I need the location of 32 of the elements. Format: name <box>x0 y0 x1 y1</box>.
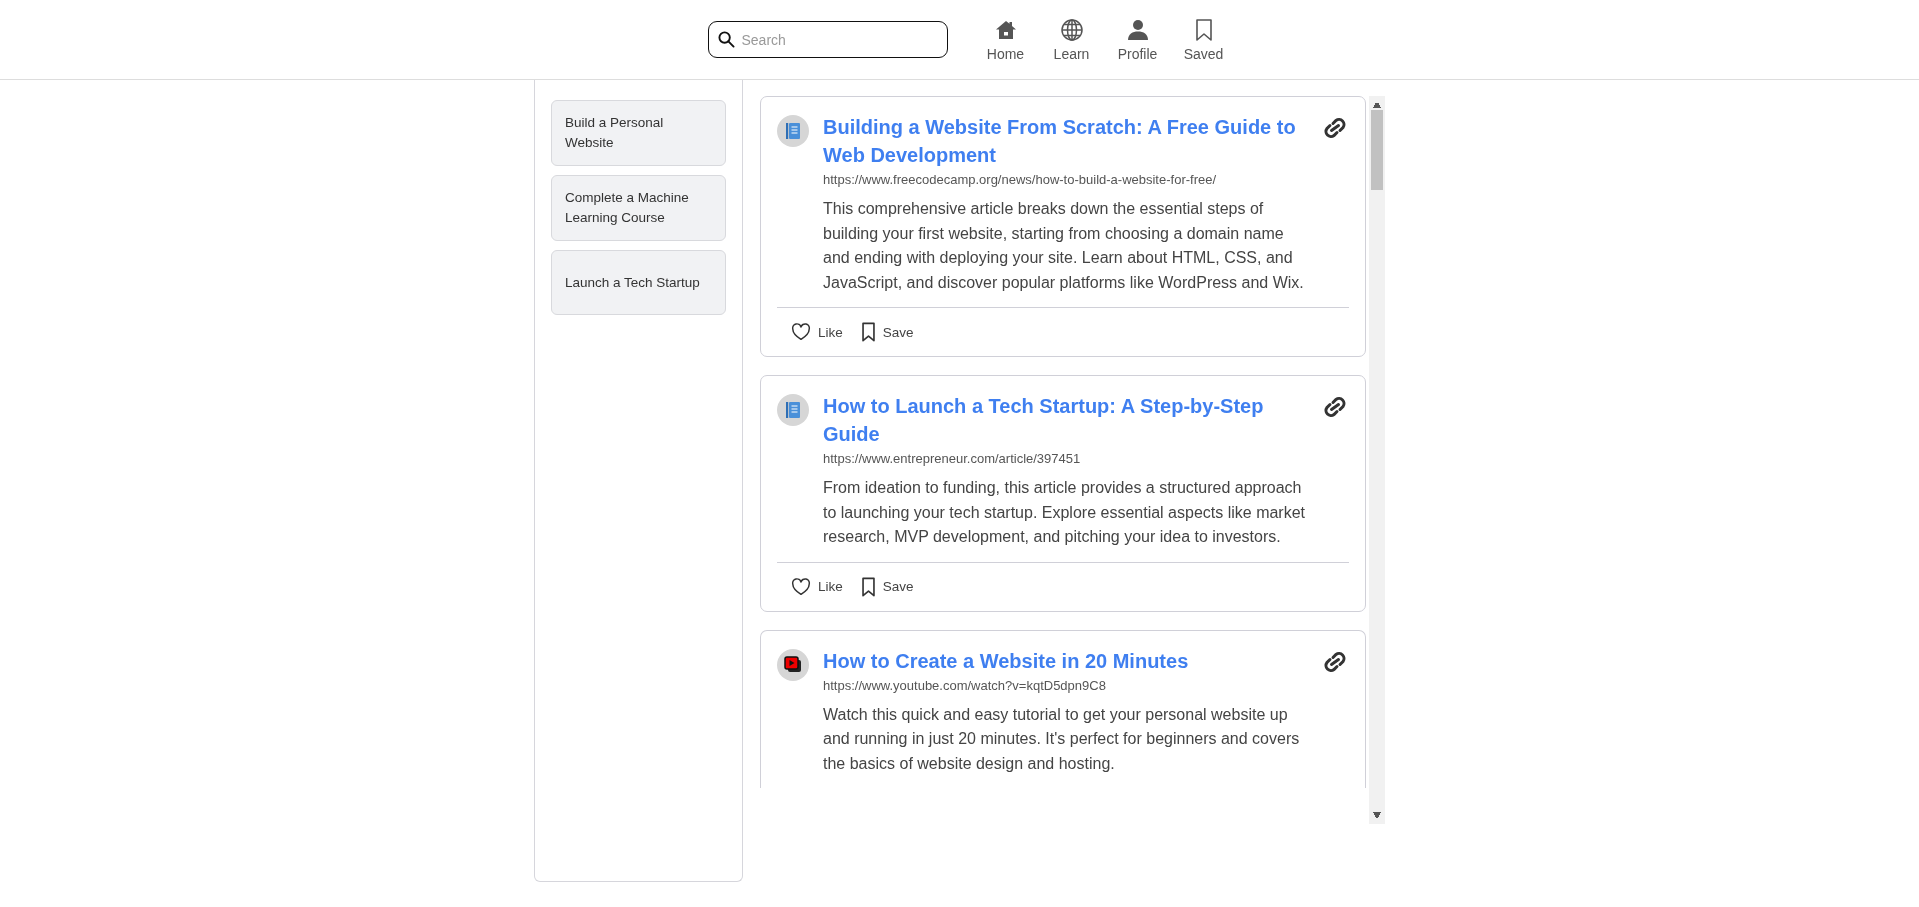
sidebar-item[interactable]: Launch a Tech Startup <box>551 250 726 315</box>
sidebar-item[interactable]: Complete a Machine Learning Course <box>551 175 726 241</box>
bookmark-icon <box>860 322 876 342</box>
resource-url: https://www.youtube.com/watch?v=kqtD5dpn9C8 <box>823 677 1107 693</box>
book-icon <box>777 115 809 147</box>
resource-description: Watch this quick and easy tutorial to get your personal website up and running in just 20 minutes. It's perfect for beginners and covers the basics of website design and hosting. <box>823 704 1301 774</box>
resource-title[interactable]: How to Create a Website in 20 Minutes <box>823 646 1307 675</box>
nav-item[interactable]: Profile <box>1109 17 1166 62</box>
search-field[interactable]: Search <box>707 21 948 58</box>
heart-icon <box>791 323 811 341</box>
save-button[interactable]: Save <box>856 320 918 344</box>
resource-url: https://www.entrepreneur.com/article/397451 <box>823 451 1082 466</box>
like-button[interactable]: Like <box>787 574 847 599</box>
sidebar-item[interactable]: Build a Personal Website <box>551 100 726 166</box>
resource-url: https://www.freecodecamp.org/news/how-to-build-a-website-for-free/ <box>823 172 1218 187</box>
scrollbar[interactable] <box>1369 96 1385 824</box>
bookmark-icon <box>860 576 876 597</box>
heart-icon <box>791 577 811 596</box>
resource-title[interactable]: Building a Website From Scratch: A Free Guide to Web Development <box>823 113 1307 169</box>
nav-item[interactable]: Saved <box>1175 17 1232 62</box>
save-button[interactable]: Save <box>856 574 918 599</box>
globe-icon <box>1059 17 1084 42</box>
resource-title[interactable]: How to Launch a Tech Startup: A Step-by-Step Guide <box>823 392 1307 448</box>
like-button[interactable]: Like <box>787 320 847 344</box>
book-icon <box>777 394 809 426</box>
video-icon <box>777 648 809 681</box>
nav-item[interactable]: Home <box>977 17 1034 62</box>
search-icon <box>717 31 735 48</box>
person-icon <box>1125 17 1150 42</box>
resource-description: From ideation to funding, this article provides a structured approach to launching your tech startup. Explore essential aspects like market research, MVP development, and pitching your idea to investors. <box>823 478 1307 547</box>
resource-description: This comprehensive article breaks down the essential steps of building your first website, starting from choosing a domain name and ending with deploying your site. Learn about HTML, CSS, and JavaScript, and discover popular platforms like WordPress and Wix. <box>823 199 1305 293</box>
nav-item[interactable]: Learn <box>1043 17 1100 62</box>
